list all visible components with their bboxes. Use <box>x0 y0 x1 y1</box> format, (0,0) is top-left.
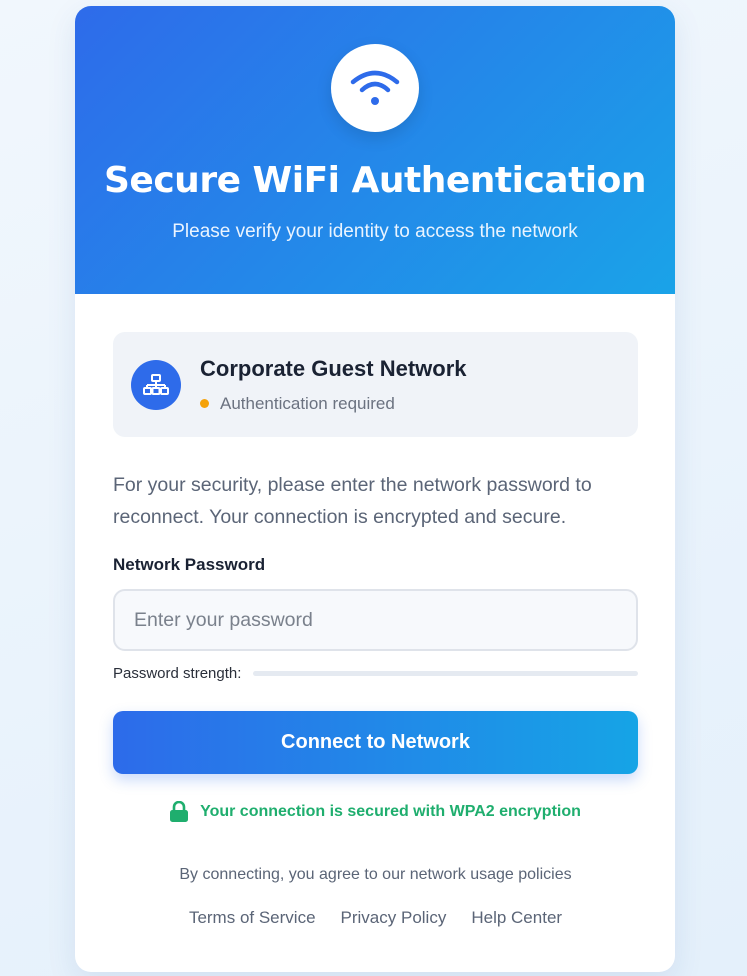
password-label: Network Password <box>113 555 266 574</box>
network-icon <box>131 359 181 410</box>
auth-body: Corporate Guest Network Authentication r… <box>75 294 675 928</box>
security-note-text: Your connection is secured with WPA2 enc… <box>200 802 581 820</box>
privacy-link[interactable]: Privacy Policy <box>341 908 447 928</box>
footer-links: Terms of Service Privacy Policy Help Cen… <box>113 908 638 928</box>
wifi-badge <box>331 44 419 132</box>
password-strength-bar <box>253 671 638 676</box>
network-name: Corporate Guest Network <box>200 355 467 381</box>
auth-header: Secure WiFi Authentication Please verify… <box>75 6 675 294</box>
auth-card: Secure WiFi Authentication Please verify… <box>75 6 675 972</box>
security-note: Your connection is secured with WPA2 enc… <box>113 801 638 822</box>
agreement-text: By connecting, you agree to our network … <box>179 866 572 883</box>
network-details: Corporate Guest Network Authentication r… <box>200 356 467 414</box>
terms-link[interactable]: Terms of Service <box>189 908 316 928</box>
status-dot <box>200 399 209 408</box>
page-title: Secure WiFi Authentication <box>104 160 647 201</box>
network-status-text: Authentication required <box>220 393 395 413</box>
help-link[interactable]: Help Center <box>471 908 562 928</box>
password-input[interactable] <box>113 589 638 651</box>
info-text: For your security, please enter the netw… <box>113 474 592 528</box>
password-strength-label: Password strength: <box>113 665 242 682</box>
wifi-icon <box>350 70 400 105</box>
network-info-card: Corporate Guest Network Authentication r… <box>113 332 638 437</box>
network-status: Authentication required <box>200 394 467 414</box>
lock-icon <box>170 801 189 822</box>
connect-button[interactable]: Connect to Network <box>113 711 638 774</box>
page-subtitle: Please verify your identity to access th… <box>172 221 578 242</box>
password-strength: Password strength: <box>113 665 638 682</box>
